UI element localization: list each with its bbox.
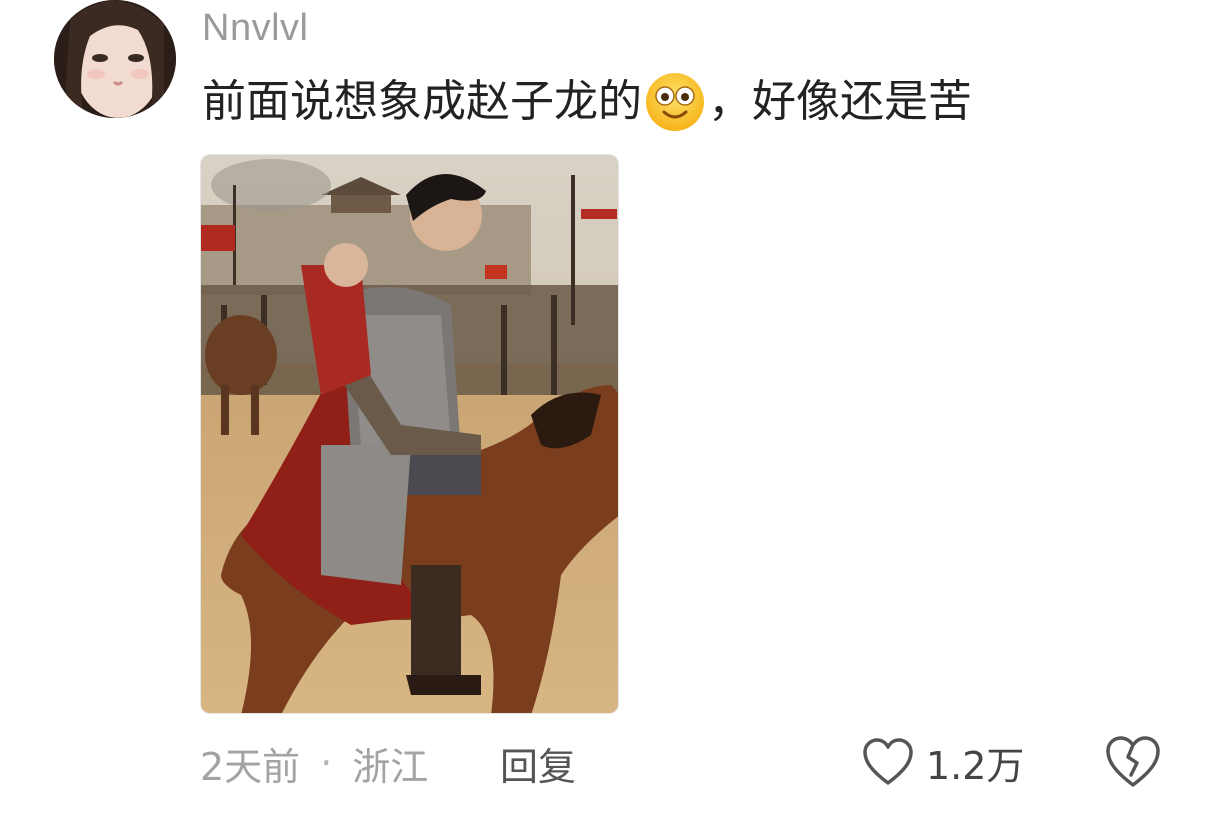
comment-image[interactable]: [200, 154, 619, 714]
dislike-button[interactable]: [1104, 733, 1162, 791]
comment-text: 前面说想象成赵子龙的 ，好像还是苦: [202, 70, 972, 134]
comment-meta: 2天前 · 浙江: [200, 736, 428, 790]
comment-time: 2天前: [200, 744, 301, 789]
avatar[interactable]: [54, 0, 176, 118]
avatar-image: [54, 0, 176, 118]
comment-location: 浙江: [352, 744, 429, 789]
meta-separator: ·: [320, 741, 333, 785]
like-button[interactable]: 1.2万: [862, 733, 1024, 791]
warrior-on-horse-image: [201, 155, 618, 713]
comment-text-part-1: 前面说想象成赵子龙的: [202, 76, 642, 127]
comment-item: Nnvlvl 前面说想象成赵子龙的 ，好像还是苦 2天前 · 浙江 回复 1.2…: [0, 0, 1224, 821]
smiley-emoji-icon: [646, 73, 704, 131]
reply-button[interactable]: 回复: [500, 736, 576, 790]
username[interactable]: Nnvlvl: [202, 6, 308, 50]
heart-outline-icon: [863, 738, 913, 785]
comment-text-part-2: ，好像还是苦: [708, 76, 972, 127]
broken-heart-icon: [1106, 736, 1160, 787]
like-count: 1.2万: [926, 743, 1025, 788]
